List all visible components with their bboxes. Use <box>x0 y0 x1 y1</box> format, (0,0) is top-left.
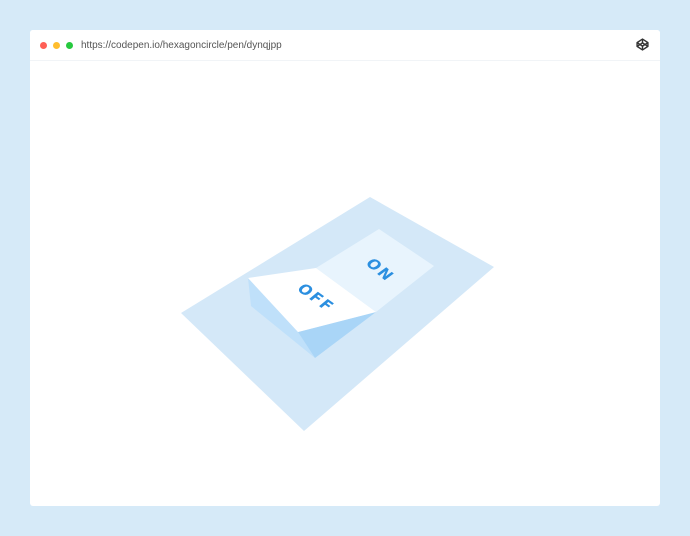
toggle-stage: ON OFF <box>181 197 494 431</box>
browser-window: https://codepen.io/hexagoncircle/pen/dyn… <box>30 30 660 506</box>
